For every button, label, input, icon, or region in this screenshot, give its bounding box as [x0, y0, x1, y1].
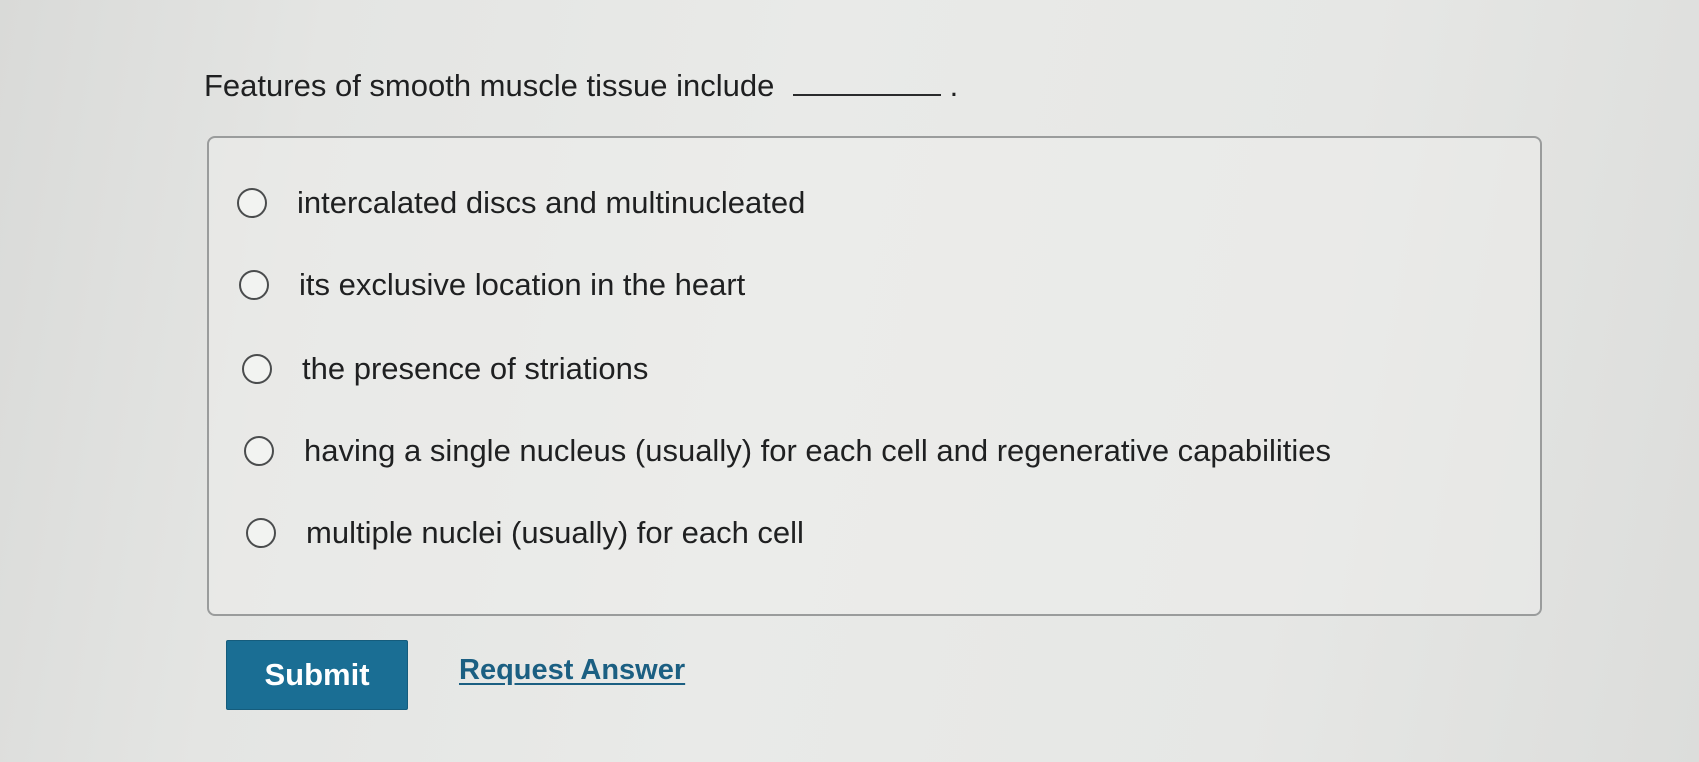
answer-blank: [792, 68, 941, 96]
option-label: its exclusive location in the heart: [299, 267, 746, 302]
option-3[interactable]: having a single nucleus (usually) for ea…: [244, 431, 1331, 471]
radio-button-icon[interactable]: [244, 436, 274, 466]
submit-button[interactable]: Submit: [226, 640, 408, 710]
radio-button-icon[interactable]: [239, 270, 269, 300]
option-2[interactable]: the presence of striations: [242, 349, 648, 389]
option-0[interactable]: intercalated discs and multinucleated: [237, 183, 805, 223]
answer-options-box: intercalated discs and multinucleated it…: [207, 136, 1542, 616]
option-1[interactable]: its exclusive location in the heart: [239, 265, 745, 305]
option-label: multiple nuclei (usually) for each cell: [306, 515, 804, 550]
option-label: the presence of striations: [302, 351, 649, 386]
question-prompt: Features of smooth muscle tissue include…: [204, 64, 958, 108]
radio-button-icon[interactable]: [246, 518, 276, 548]
question-text: Features of smooth muscle tissue include: [204, 68, 775, 103]
option-label: having a single nucleus (usually) for ea…: [304, 433, 1332, 468]
option-label: intercalated discs and multinucleated: [297, 185, 806, 220]
option-4[interactable]: multiple nuclei (usually) for each cell: [246, 513, 804, 553]
question-end-punctuation: .: [949, 68, 959, 103]
radio-button-icon[interactable]: [242, 354, 272, 384]
radio-button-icon[interactable]: [237, 188, 267, 218]
request-answer-link[interactable]: Request Answer: [459, 654, 685, 687]
